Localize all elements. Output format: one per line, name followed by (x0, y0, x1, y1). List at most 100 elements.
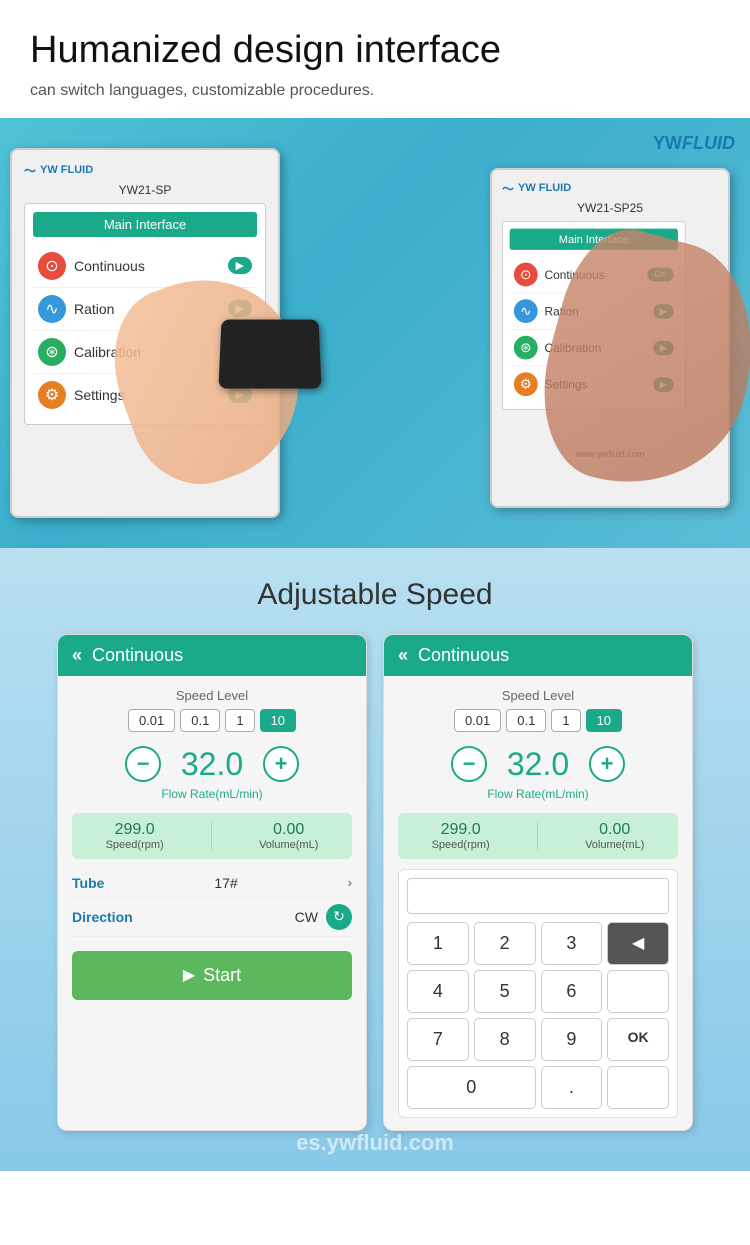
speed-btn-10-left[interactable]: 10 (260, 709, 296, 732)
panel-body-right: Speed Level 0.01 0.1 1 10 − 32.0 + Flo (384, 676, 692, 1130)
numpad-ok[interactable]: OK (607, 1018, 669, 1061)
numpad-key-2[interactable]: 2 (474, 922, 536, 965)
flow-control-right: − 32.0 + (398, 746, 678, 783)
speed-level-label-left: Speed Level (72, 688, 352, 703)
numpad-key-0[interactable]: 0 (407, 1066, 536, 1109)
start-button-left[interactable]: ▶ Start (72, 951, 352, 1000)
speed-rpm-value-left: 299.0 (106, 821, 164, 839)
numpad-key-empty (607, 970, 669, 1013)
tube-arrow[interactable]: › (348, 875, 352, 890)
flow-rate-label-left: Flow Rate(mL/min) (72, 787, 352, 801)
volume-item-right: 0.00 Volume(mL) (585, 821, 644, 851)
flow-rate-label-right: Flow Rate(mL/min) (398, 787, 678, 801)
panel-header-right: « Continuous (384, 635, 692, 676)
ration-icon-r: ∿ (514, 299, 538, 323)
flow-value-right: 32.0 (503, 746, 573, 783)
speed-btn-001-left[interactable]: 0.01 (128, 709, 175, 732)
main-subtitle: can switch languages, customizable proce… (30, 82, 720, 100)
speed-rpm-value-right: 299.0 (432, 821, 490, 839)
panel-title-right: Continuous (418, 645, 509, 666)
device-model-left: YW21-SP (24, 183, 266, 197)
brand-logo-left: 〜 YW FLUID (24, 162, 266, 179)
continuous-icon-r: ⊙ (514, 262, 538, 286)
control-panel-right: « Continuous Speed Level 0.01 0.1 1 10 −… (383, 634, 693, 1131)
minus-btn-left[interactable]: − (125, 746, 161, 782)
sv-divider-right (537, 821, 538, 851)
panel-body-left: Speed Level 0.01 0.1 1 10 − 32.0 + Flo (58, 676, 366, 1012)
numpad-key-empty2 (607, 1066, 669, 1109)
speed-btn-10-right[interactable]: 10 (586, 709, 622, 732)
continuous-btn[interactable]: ▶ (228, 257, 252, 274)
speed-item-right: 299.0 Speed(rpm) (432, 821, 490, 851)
numpad-backspace[interactable]: ◀ (607, 922, 669, 965)
numpad-key-3[interactable]: 3 (541, 922, 603, 965)
screen-title-left: Main Interface (33, 212, 257, 237)
volume-value-right: 0.00 (585, 821, 644, 839)
volume-label-left: Volume(mL) (259, 839, 318, 851)
start-label-left: Start (203, 965, 241, 986)
volume-label-right: Volume(mL) (585, 839, 644, 851)
sv-divider-left (211, 821, 212, 851)
panel-header-left: « Continuous (58, 635, 366, 676)
continuous-icon: ⊙ (38, 252, 66, 280)
tube-label: Tube (72, 875, 104, 891)
direction-controls: CW ↻ (295, 904, 352, 930)
speed-rpm-label-right: Speed(rpm) (432, 839, 490, 851)
play-icon-left: ▶ (183, 965, 195, 985)
plus-btn-right[interactable]: + (589, 746, 625, 782)
calibration-icon-r: ⊛ (514, 335, 538, 359)
numpad-key-8[interactable]: 8 (474, 1018, 536, 1061)
wave-icon-left: 〜 (24, 162, 36, 179)
numpad: 1 2 3 ◀ 4 5 6 7 8 9 OK 0 . (398, 869, 678, 1118)
numpad-key-6[interactable]: 6 (541, 970, 603, 1013)
panel-title-left: Continuous (92, 645, 183, 666)
speed-btn-1-right[interactable]: 1 (551, 709, 580, 732)
speed-title: Adjustable Speed (20, 578, 730, 612)
speed-level-label-right: Speed Level (398, 688, 678, 703)
settings-icon: ⚙ (38, 381, 66, 409)
calibration-icon: ⊛ (38, 338, 66, 366)
numpad-key-7[interactable]: 7 (407, 1018, 469, 1061)
settings-icon-r: ⚙ (514, 372, 538, 396)
continuous-label: Continuous (74, 258, 220, 274)
device-model-right: YW21-SP25 (502, 201, 718, 215)
speed-volume-row-left: 299.0 Speed(rpm) 0.00 Volume(mL) (72, 813, 352, 859)
numpad-display (407, 878, 669, 914)
header-section: Humanized design interface can switch la… (0, 0, 750, 118)
numpad-key-9[interactable]: 9 (541, 1018, 603, 1061)
minus-btn-right[interactable]: − (451, 746, 487, 782)
panels-row: « Continuous Speed Level 0.01 0.1 1 10 −… (20, 634, 730, 1131)
photo-section: 〜 YW FLUID YW21-SP Main Interface ⊙ Cont… (0, 118, 750, 548)
wave-icon-right: 〜 (502, 180, 514, 197)
numpad-key-4[interactable]: 4 (407, 970, 469, 1013)
volume-value-left: 0.00 (259, 821, 318, 839)
numpad-key-5[interactable]: 5 (474, 970, 536, 1013)
numpad-key-1[interactable]: 1 (407, 922, 469, 965)
control-panel-left: « Continuous Speed Level 0.01 0.1 1 10 −… (57, 634, 367, 1131)
foot-pedal (218, 319, 321, 388)
speed-section: Adjustable Speed « Continuous Speed Leve… (0, 548, 750, 1171)
speed-volume-row-right: 299.0 Speed(rpm) 0.00 Volume(mL) (398, 813, 678, 859)
cw-label: CW (295, 909, 318, 925)
flow-value-left: 32.0 (177, 746, 247, 783)
speed-rpm-label-left: Speed(rpm) (106, 839, 164, 851)
speed-btn-1-left[interactable]: 1 (225, 709, 254, 732)
speed-btn-01-left[interactable]: 0.1 (180, 709, 220, 732)
rotate-btn[interactable]: ↻ (326, 904, 352, 930)
speed-buttons-right: 0.01 0.1 1 10 (398, 709, 678, 732)
numpad-key-dot[interactable]: . (541, 1066, 603, 1109)
plus-btn-left[interactable]: + (263, 746, 299, 782)
tube-value: 17# (214, 875, 237, 891)
speed-btn-001-right[interactable]: 0.01 (454, 709, 501, 732)
direction-label: Direction (72, 909, 133, 925)
back-arrow-left[interactable]: « (72, 645, 82, 666)
numpad-grid: 1 2 3 ◀ 4 5 6 7 8 9 OK 0 . (407, 922, 669, 1109)
speed-btn-01-right[interactable]: 0.1 (506, 709, 546, 732)
ration-icon: ∿ (38, 295, 66, 323)
volume-item-left: 0.00 Volume(mL) (259, 821, 318, 851)
flow-control-left: − 32.0 + (72, 746, 352, 783)
back-arrow-right[interactable]: « (398, 645, 408, 666)
yw-fluid-text: YWFLUID (653, 133, 735, 153)
speed-buttons-left: 0.01 0.1 1 10 (72, 709, 352, 732)
yw-logo-photo: YWFLUID (653, 133, 735, 154)
